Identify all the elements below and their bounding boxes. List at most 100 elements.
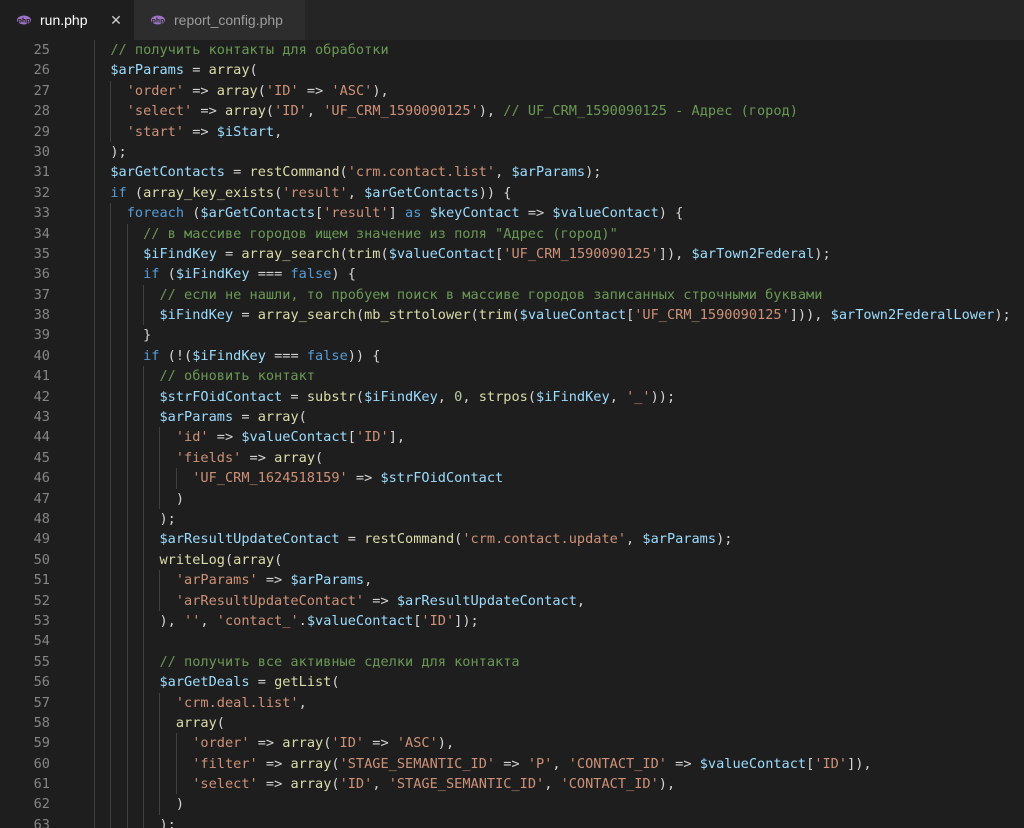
indent-guide <box>159 753 161 775</box>
code-line[interactable]: 31 $arGetContacts = restCommand('crm.con… <box>0 162 1024 183</box>
code-line[interactable]: 44 'id' => $valueContact['ID'], <box>0 427 1024 448</box>
code-token: $valueContact <box>699 755 807 772</box>
code-token: 'ASC' <box>331 82 373 99</box>
indent-guide <box>110 651 112 673</box>
indent-guide <box>142 651 144 673</box>
indent-guide <box>94 814 95 828</box>
code-text: 'id' => $valueContact['ID'], <box>50 427 405 448</box>
code-line[interactable]: 59 'order' => array('ID' => 'ASC'), <box>0 733 1024 754</box>
code-line[interactable]: 34 // в массиве городов ищем значение из… <box>0 223 1024 244</box>
code-line[interactable]: 47 ) <box>0 488 1024 509</box>
code-line[interactable]: 48 ); <box>0 508 1024 530</box>
indent-guide <box>110 733 112 754</box>
code-token: 'CONTACT_ID' <box>560 776 659 793</box>
line-number: 58 <box>33 714 50 731</box>
indent-guide <box>110 325 112 346</box>
code-text: // обновить контакт <box>50 366 315 387</box>
code-line[interactable]: 55 // получить все активные сделки для к… <box>0 651 1024 673</box>
code-text: ); <box>50 508 176 530</box>
code-token: substr <box>306 388 356 405</box>
indent-guide <box>110 427 112 448</box>
tab-run-php[interactable]: php run.php ✕ <box>0 0 134 40</box>
code-token: ( <box>257 82 266 99</box>
indent-guide <box>110 692 112 713</box>
code-line[interactable]: 52 'arResultUpdateContact' => $arResultU… <box>0 590 1024 611</box>
close-icon[interactable]: ✕ <box>108 12 124 29</box>
indent-guide <box>110 243 112 265</box>
code-line[interactable]: 36 if ($iFindKey === false) { <box>0 264 1024 285</box>
indent-guide <box>94 427 95 448</box>
code-line[interactable]: 29 'start' => $iStart, <box>0 121 1024 142</box>
code-token: $valueContact <box>306 612 414 629</box>
indent-guide <box>126 345 128 367</box>
code-line[interactable]: 61 'select' => array('ID', 'STAGE_SEMANT… <box>0 774 1024 795</box>
code-text: $arParams = array( <box>50 60 258 81</box>
code-line[interactable]: 62 ) <box>0 794 1024 815</box>
line-number: 32 <box>33 184 50 201</box>
code-line[interactable]: 54 <box>0 631 1024 652</box>
indent-guide <box>126 223 128 244</box>
tab-report-config-php[interactable]: php report_config.php <box>134 0 306 40</box>
code-line[interactable]: 45 'fields' => array( <box>0 447 1024 469</box>
code-token: => <box>347 470 381 487</box>
code-token: => <box>364 592 397 609</box>
code-editor[interactable]: 25 // получить контакты для обработки 26 … <box>0 40 1024 828</box>
code-line[interactable]: 39 } <box>0 325 1024 346</box>
code-line[interactable]: 53 ), '', 'contact_'.$valueContact['ID']… <box>0 610 1024 632</box>
line-number: 48 <box>33 510 50 527</box>
code-line[interactable]: 43 $arParams = array( <box>0 407 1024 428</box>
code-token: 'ID' <box>265 82 299 99</box>
code-line[interactable]: 58 array( <box>0 712 1024 734</box>
indent-guide <box>94 203 95 224</box>
code-line[interactable]: 56 $arGetDeals = getList( <box>0 672 1024 693</box>
code-token: . <box>298 612 307 629</box>
code-line[interactable]: 26 $arParams = array( <box>0 60 1024 81</box>
code-line[interactable]: 42 $strFOidContact = substr($iFindKey, 0… <box>0 386 1024 408</box>
code-line[interactable]: 25 // получить контакты для обработки <box>0 40 1024 61</box>
code-token: ); <box>716 531 733 548</box>
code-line[interactable]: 27 'order' => array('ID' => 'ASC'), <box>0 80 1024 102</box>
tab-bar: php run.php ✕ php report_config.php <box>0 0 1024 40</box>
code-line[interactable]: 63 ); <box>0 814 1024 828</box>
line-number: 42 <box>33 388 50 405</box>
code-token: (!( <box>159 347 193 364</box>
code-line[interactable]: 30 ); <box>0 141 1024 163</box>
code-line[interactable]: 35 $iFindKey = array_search(trim($valueC… <box>0 243 1024 265</box>
code-token: => <box>184 123 217 140</box>
code-line[interactable]: 50 writeLog(array( <box>0 549 1024 571</box>
code-line[interactable]: 57 'crm.deal.list', <box>0 692 1024 713</box>
code-token: array <box>274 449 315 466</box>
code-token: ( <box>274 551 283 568</box>
indent-guide <box>94 264 95 285</box>
code-line[interactable]: 60 'filter' => array('STAGE_SEMANTIC_ID'… <box>0 753 1024 775</box>
indent-guide <box>94 182 95 204</box>
indent-guide <box>175 774 177 795</box>
code-token: => <box>241 449 275 466</box>
code-token: => <box>519 205 553 222</box>
code-line[interactable]: 46 'UF_CRM_1624518159' => $strFOidContac… <box>0 468 1024 489</box>
code-line[interactable]: 32 if (array_key_exists('result', $arGet… <box>0 182 1024 204</box>
code-line[interactable]: 49 $arResultUpdateContact = restCommand(… <box>0 529 1024 550</box>
indent-guide <box>126 468 128 489</box>
code-line[interactable]: 51 'arParams' => $arParams, <box>0 570 1024 591</box>
code-token: $arResultUpdateContact <box>396 592 577 609</box>
indent-guide <box>110 305 112 326</box>
code-line[interactable]: 40 if (!($iFindKey === false)) { <box>0 345 1024 367</box>
code-token: ); <box>159 816 176 828</box>
code-token: 'arResultUpdateContact' <box>175 592 365 609</box>
code-text: 'arParams' => $arParams, <box>50 570 373 591</box>
code-line[interactable]: 33 foreach ($arGetContacts['result'] as … <box>0 203 1024 224</box>
indent-guide <box>126 570 128 591</box>
code-text: writeLog(array( <box>50 549 283 571</box>
code-token: $valueContact <box>519 307 627 324</box>
code-line[interactable]: 28 'select' => array('ID', 'UF_CRM_15900… <box>0 101 1024 122</box>
indent-guide <box>94 366 95 387</box>
code-line[interactable]: 38 $iFindKey = array_search(mb_strtolowe… <box>0 305 1024 326</box>
indent-guide <box>142 386 144 408</box>
code-line[interactable]: 37 // если не нашли, то пробуем поиск в … <box>0 284 1024 306</box>
code-token: , <box>306 103 324 120</box>
code-token: , <box>364 572 373 589</box>
code-line[interactable]: 41 // обновить контакт <box>0 366 1024 387</box>
indent-guide <box>94 549 95 571</box>
